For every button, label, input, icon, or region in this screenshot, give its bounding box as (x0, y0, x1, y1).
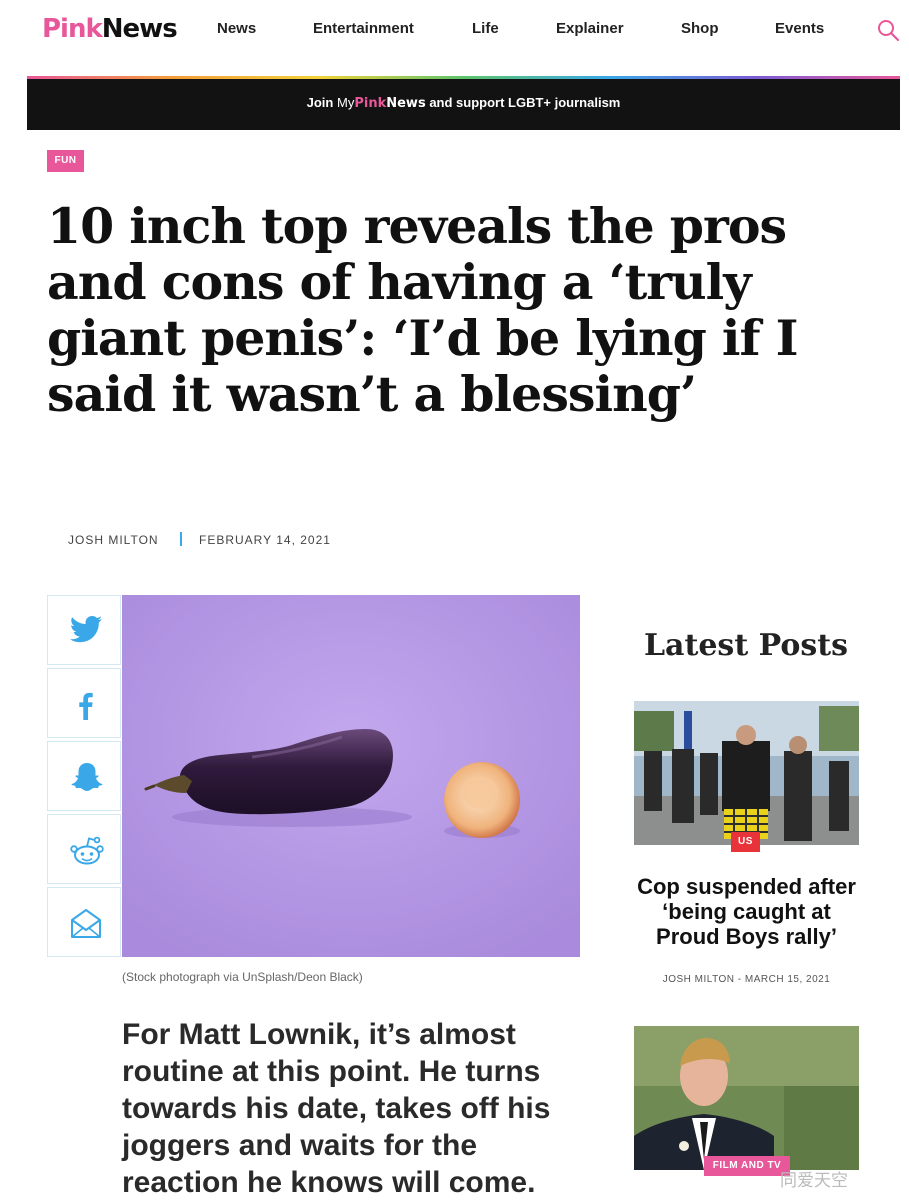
membership-banner[interactable]: Join MyPinkNews and support LGBT+ journa… (27, 79, 900, 130)
byline: JOSH MILTON FEBRUARY 14, 2021 (68, 532, 330, 547)
article-hero-image (122, 595, 580, 957)
email-icon (71, 909, 101, 938)
site-header: PinkNews News Entertainment Life Explain… (0, 0, 909, 76)
promo-my: My (337, 95, 355, 110)
publish-date: FEBRUARY 14, 2021 (199, 533, 331, 547)
post-title[interactable]: Cop suspended after ‘being caught at Pro… (634, 874, 859, 949)
eggplant-peach-photo (122, 595, 580, 957)
article-title: 10 inch top reveals the pros and cons of… (47, 197, 799, 423)
image-caption: (Stock photograph via UnSplash/Deon Blac… (122, 970, 363, 984)
share-email-button[interactable] (47, 887, 121, 957)
category-tag[interactable]: FUN (47, 150, 84, 172)
main-nav: News Entertainment Life Explainer Shop E… (0, 20, 909, 40)
promo-text: and support LGBT+ journalism (429, 95, 621, 110)
share-twitter-button[interactable] (47, 595, 121, 665)
promo-news: News (386, 96, 426, 111)
search-icon[interactable] (876, 18, 900, 42)
promo-pink: Pink (354, 96, 387, 111)
latest-posts-heading: Latest Posts (643, 628, 849, 663)
post-thumbnail-2[interactable] (634, 1026, 859, 1170)
nav-news[interactable]: News (217, 20, 256, 37)
share-snapchat-button[interactable] (47, 741, 121, 811)
author-name[interactable]: JOSH MILTON (68, 533, 159, 547)
category-badge-us[interactable]: US (731, 832, 760, 852)
nav-events[interactable]: Events (775, 20, 824, 37)
nav-life[interactable]: Life (472, 20, 499, 37)
share-facebook-button[interactable] (47, 668, 121, 738)
share-reddit-button[interactable] (47, 814, 121, 884)
article-lede: For Matt Lownik, it’s almost routine at … (122, 1018, 551, 1199)
watermark: 同爱天空 (780, 1171, 848, 1190)
groom-photo (634, 1026, 859, 1170)
post-meta: JOSH MILTON - MARCH 15, 2021 (662, 974, 831, 985)
twitter-icon (70, 616, 102, 643)
facebook-icon (79, 692, 93, 720)
nav-explainer[interactable]: Explainer (556, 20, 624, 37)
nav-entertainment[interactable]: Entertainment (313, 20, 414, 37)
promo-join: Join (306, 95, 334, 110)
post-thumbnail[interactable] (634, 701, 859, 845)
reddit-icon (70, 836, 104, 865)
nav-shop[interactable]: Shop (681, 20, 719, 37)
byline-divider (180, 532, 182, 546)
category-badge-film-tv[interactable]: FILM AND TV (704, 1156, 790, 1176)
snapchat-icon (71, 763, 103, 791)
protest-photo (634, 701, 859, 845)
